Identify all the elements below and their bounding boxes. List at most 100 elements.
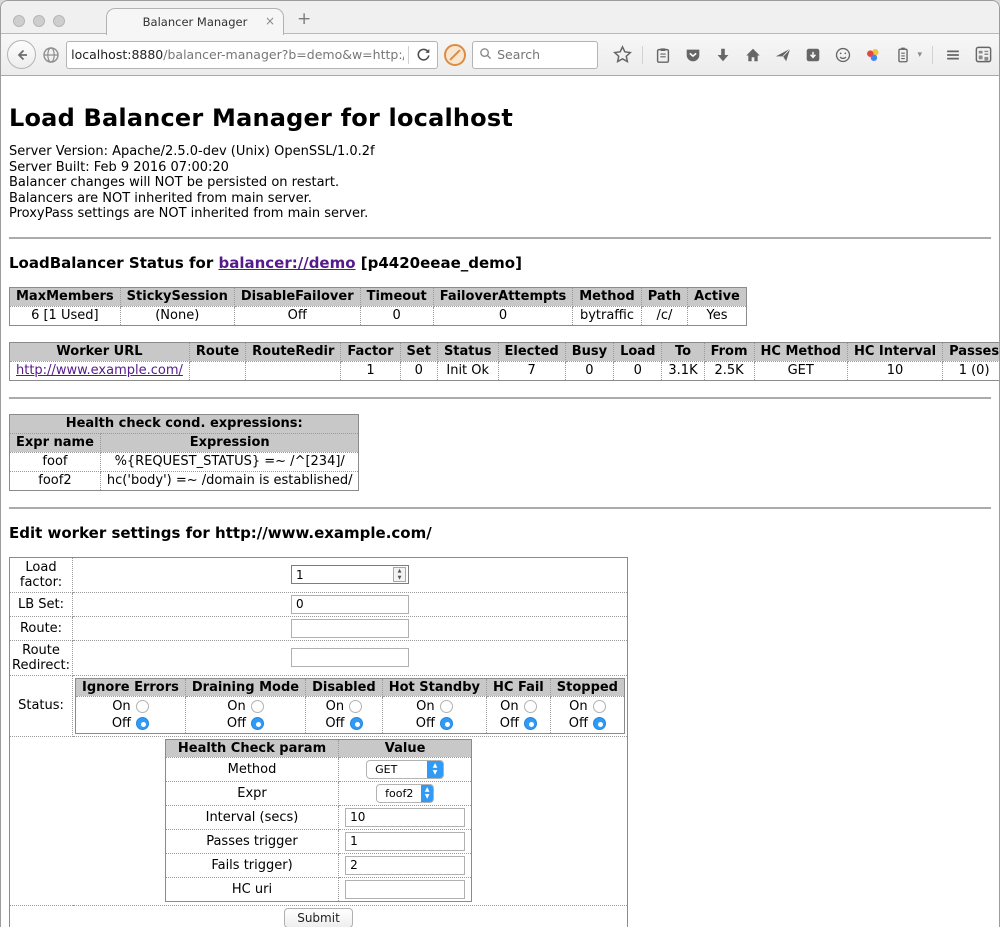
chevron-down-icon[interactable]: ▾ bbox=[917, 50, 922, 60]
method-select[interactable]: GET ▲▼ bbox=[366, 760, 444, 779]
table-row: http://www.example.com/ 1 0 Init Ok 7 0 … bbox=[10, 361, 1000, 380]
edit-worker-form: Load factor: ▲▼ LB Set: Route: Route Red… bbox=[9, 557, 628, 927]
status-row: Status: Ignore Errors Draining Mode Disa… bbox=[10, 675, 628, 736]
radio-disabled-on[interactable] bbox=[349, 700, 362, 713]
divider bbox=[9, 507, 991, 509]
inherit-note-line: Balancers are NOT inherited from main se… bbox=[9, 191, 991, 207]
health-check-params-row: Health Check param Value Method GET ▲▼ bbox=[10, 736, 628, 905]
radio-stopped-off[interactable] bbox=[593, 717, 606, 730]
zoom-window-button[interactable] bbox=[53, 15, 65, 27]
select-arrows-icon: ▲▼ bbox=[427, 761, 443, 778]
method-label: Method bbox=[165, 757, 338, 781]
fails-label: Fails trigger) bbox=[165, 853, 338, 877]
menu-hamburger-icon[interactable] bbox=[943, 45, 963, 65]
minimize-window-button[interactable] bbox=[33, 15, 45, 27]
tab-title: Balancer Manager bbox=[143, 15, 248, 29]
balancer-status-table: MaxMembers StickySession DisableFailover… bbox=[9, 287, 747, 326]
search-bar[interactable] bbox=[472, 41, 598, 69]
passes-input[interactable] bbox=[345, 832, 465, 851]
tab-close-icon[interactable]: × bbox=[265, 14, 275, 28]
pocket-icon[interactable] bbox=[683, 45, 703, 65]
worker-url-link[interactable]: http://www.example.com/ bbox=[16, 363, 183, 378]
proxypass-note-line: ProxyPass settings are NOT inherited fro… bbox=[9, 206, 991, 222]
expr-select[interactable]: foof2 ▲▼ bbox=[376, 784, 434, 803]
reading-list-icon[interactable] bbox=[653, 45, 673, 65]
radio-hot-standby-off[interactable] bbox=[440, 717, 453, 730]
persist-note-line: Balancer changes will NOT be persisted o… bbox=[9, 175, 991, 191]
lb-set-label: LB Set: bbox=[10, 592, 73, 616]
number-spinner-icon[interactable]: ▲▼ bbox=[393, 567, 406, 582]
radio-ignore-errors-on[interactable] bbox=[136, 700, 149, 713]
method-row: Method GET ▲▼ bbox=[165, 757, 471, 781]
lb-set-row: LB Set: bbox=[10, 592, 628, 616]
radio-disabled-off[interactable] bbox=[350, 717, 363, 730]
search-input[interactable] bbox=[497, 47, 591, 62]
bookmark-star-icon[interactable] bbox=[612, 45, 632, 65]
search-icon bbox=[479, 45, 492, 64]
save-to-device-icon[interactable] bbox=[803, 45, 823, 65]
back-button[interactable] bbox=[7, 40, 36, 69]
route-label: Route: bbox=[10, 616, 73, 640]
home-icon[interactable] bbox=[743, 45, 763, 65]
content-blocked-icon[interactable] bbox=[444, 44, 466, 66]
radio-draining-mode-on[interactable] bbox=[251, 700, 264, 713]
globe-icon bbox=[42, 45, 60, 65]
divider bbox=[9, 397, 991, 399]
feedback-smiley-icon[interactable] bbox=[833, 45, 853, 65]
tab-balancer-manager[interactable]: Balancer Manager × bbox=[106, 8, 284, 35]
server-version-line: Server Version: Apache/2.5.0-dev (Unix) … bbox=[9, 144, 991, 160]
radio-hot-standby-on[interactable] bbox=[440, 700, 453, 713]
send-plane-icon[interactable] bbox=[773, 45, 793, 65]
table-header-row: Health Check param Value bbox=[165, 739, 471, 757]
expr-row: Expr foof2 ▲▼ bbox=[165, 781, 471, 805]
health-check-expressions-table: Health check cond. expressions: Expr nam… bbox=[9, 414, 359, 491]
navigation-toolbar: localhost:8880/balancer-manager?b=demo&w… bbox=[1, 34, 999, 76]
table-row: foof %{REQUEST_STATUS} =~ /^[234]/ bbox=[10, 452, 359, 471]
reload-icon[interactable] bbox=[413, 45, 433, 65]
interval-input[interactable] bbox=[345, 808, 465, 827]
table-header-row: Worker URL Route RouteRedir Factor Set S… bbox=[10, 342, 1000, 361]
url-text[interactable]: localhost:8880/balancer-manager?b=demo&w… bbox=[71, 47, 404, 62]
expr-label: Expr bbox=[165, 781, 338, 805]
load-factor-label: Load factor: bbox=[10, 557, 73, 592]
loadbalancer-status-heading: LoadBalancer Status for balancer://demo … bbox=[9, 254, 991, 272]
route-redirect-label: Route Redirect: bbox=[10, 640, 73, 675]
close-window-button[interactable] bbox=[13, 15, 25, 27]
passes-row: Passes trigger bbox=[165, 829, 471, 853]
divider bbox=[9, 237, 991, 239]
radio-hc-fail-on[interactable] bbox=[524, 700, 537, 713]
downloads-icon[interactable] bbox=[713, 45, 733, 65]
hc-uri-input[interactable] bbox=[345, 880, 465, 899]
route-redirect-row: Route Redirect: bbox=[10, 640, 628, 675]
balancer-demo-link[interactable]: balancer://demo bbox=[218, 254, 355, 272]
radio-hc-fail-off[interactable] bbox=[524, 717, 537, 730]
radio-stopped-on[interactable] bbox=[593, 700, 606, 713]
submit-row: Submit bbox=[10, 905, 628, 927]
table-title-row: Health check cond. expressions: bbox=[10, 414, 359, 433]
radio-draining-mode-off[interactable] bbox=[251, 717, 264, 730]
hc-uri-row: HC uri bbox=[165, 877, 471, 901]
table-row: 6 [1 Used] (None) Off 0 0 bytraffic /c/ … bbox=[10, 306, 747, 325]
route-input[interactable] bbox=[291, 619, 409, 638]
table-header-row: MaxMembers StickySession DisableFailover… bbox=[10, 287, 747, 306]
load-factor-row: Load factor: ▲▼ bbox=[10, 557, 628, 592]
submit-button[interactable]: Submit bbox=[284, 908, 353, 927]
interval-row: Interval (secs) bbox=[165, 805, 471, 829]
load-factor-input[interactable] bbox=[291, 565, 409, 584]
radio-ignore-errors-off[interactable] bbox=[136, 717, 149, 730]
status-options-table: Ignore Errors Draining Mode Disabled Hot… bbox=[75, 678, 625, 734]
color-dots-addon-icon[interactable] bbox=[863, 45, 883, 65]
worker-status-table: Worker URL Route RouteRedir Factor Set S… bbox=[9, 342, 1000, 381]
status-label: Status: bbox=[10, 675, 73, 736]
route-row: Route: bbox=[10, 616, 628, 640]
clipboard-addon-icon[interactable] bbox=[893, 45, 913, 65]
tab-groups-grid-icon[interactable] bbox=[973, 45, 993, 65]
new-tab-button[interactable]: + bbox=[297, 11, 311, 28]
toolbar-icons: ▾ bbox=[612, 45, 993, 65]
table-header-row: Ignore Errors Draining Mode Disabled Hot… bbox=[76, 678, 625, 696]
status-radio-row: On Off On Off On Off bbox=[76, 696, 625, 733]
url-bar[interactable]: localhost:8880/balancer-manager?b=demo&w… bbox=[66, 41, 438, 69]
lb-set-input[interactable] bbox=[291, 595, 409, 614]
route-redirect-input[interactable] bbox=[291, 648, 409, 667]
fails-input[interactable] bbox=[345, 856, 465, 875]
